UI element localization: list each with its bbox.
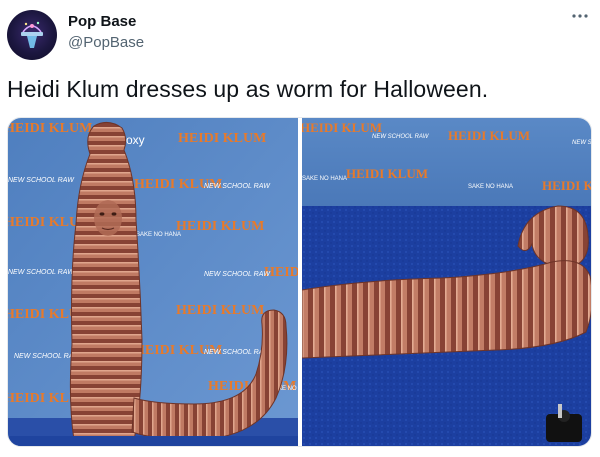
backdrop-brand-text: HEIDI KLUM: [8, 121, 92, 136]
tweet-media: HEIDI KLUM HEIDI KLUM HEIDI KLUM HEIDI K…: [7, 117, 592, 447]
backdrop-sponsor-text: SAKE NO HANA: [136, 232, 181, 238]
backdrop-sponsor-text: NEW SCHOOL RAW: [8, 269, 75, 276]
backdrop-brand-text: HEIDI KLUM: [346, 166, 428, 181]
backdrop-sponsor-text: NEW SCHOOL RAW: [572, 140, 592, 146]
backdrop-brand-text: HEIDI KLUM: [176, 219, 264, 234]
backdrop-brand-text: HEIDI KLUM: [178, 131, 266, 146]
backdrop-sponsor-text: SAKE NO HANA: [468, 184, 513, 190]
backdrop-brand-text: HEIDI KLUM: [176, 303, 264, 318]
backdrop-sponsor-text: NEW SCHOOL RAW: [8, 177, 75, 184]
more-options-icon: [572, 14, 588, 18]
backdrop-sponsor-text: NEW SCHOOL RAW: [204, 183, 271, 190]
backdrop-brand-text: HEIDI KLUM: [302, 120, 382, 135]
backdrop-brand-text: HEIDI KLUM: [448, 128, 530, 143]
author-display-name[interactable]: Pop Base: [68, 13, 136, 30]
photo-worm-lying[interactable]: HEIDI KLUM HEIDI KLUM HEIDI KLUM HEIDI K…: [302, 118, 592, 446]
backdrop-brand-text: HEIDI KLUM: [542, 178, 592, 193]
tweet-card: Pop Base @PopBase Heidi Klum dresses up …: [0, 0, 600, 457]
more-options-button[interactable]: [568, 6, 592, 26]
pop-base-logo-icon: [21, 21, 43, 48]
author-handle[interactable]: @PopBase: [68, 34, 144, 51]
backdrop-sponsor-text: SAKE NO HANA: [302, 176, 347, 182]
tweet-text: Heidi Klum dresses up as worm for Hallow…: [7, 76, 489, 102]
backdrop-sponsor-text: NEW SCHOOL RAW: [204, 271, 271, 278]
avatar[interactable]: [7, 10, 57, 60]
photo-worm-standing[interactable]: HEIDI KLUM HEIDI KLUM HEIDI KLUM HEIDI K…: [8, 118, 298, 446]
backdrop-sponsor-text: NEW SCHOOL RAW: [372, 134, 430, 140]
